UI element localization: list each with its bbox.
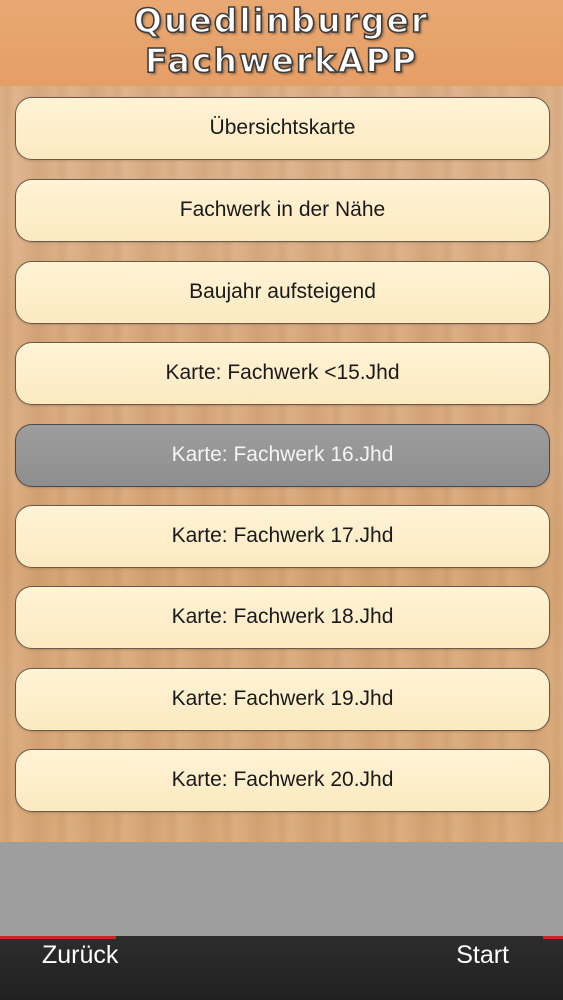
empty-grey-area — [0, 842, 563, 936]
menu-button-map-18th-century[interactable]: Karte: Fachwerk 18.Jhd — [15, 586, 550, 649]
menu-button-overview-map[interactable]: Übersichtskarte — [15, 97, 550, 160]
menu-button-map-20th-century[interactable]: Karte: Fachwerk 20.Jhd — [15, 749, 550, 812]
menu-button-year-ascending[interactable]: Baujahr aufsteigend — [15, 261, 550, 324]
app-header: Quedlinburger FachwerkAPP — [0, 0, 563, 86]
menu-button-map-17th-century[interactable]: Karte: Fachwerk 17.Jhd — [15, 505, 550, 568]
menu-button-map-16th-century[interactable]: Karte: Fachwerk 16.Jhd — [15, 424, 550, 487]
footer-accent-right — [543, 936, 563, 939]
app-title-line-1: Quedlinburger — [133, 0, 430, 41]
menu-button-nearby[interactable]: Fachwerk in der Nähe — [15, 179, 550, 242]
menu-button-map-before-15th-century[interactable]: Karte: Fachwerk <15.Jhd — [15, 342, 550, 405]
menu-button-map-19th-century[interactable]: Karte: Fachwerk 19.Jhd — [15, 668, 550, 731]
start-button[interactable]: Start — [456, 938, 509, 972]
back-button[interactable]: Zurück — [42, 938, 118, 972]
app-title-line-2: FachwerkAPP — [144, 40, 418, 81]
footer-navbar: Zurück Start — [0, 936, 563, 1000]
menu-panel: Übersichtskarte Fachwerk in der Nähe Bau… — [0, 86, 563, 842]
app-screen: Quedlinburger FachwerkAPP Übersichtskart… — [0, 0, 563, 1000]
